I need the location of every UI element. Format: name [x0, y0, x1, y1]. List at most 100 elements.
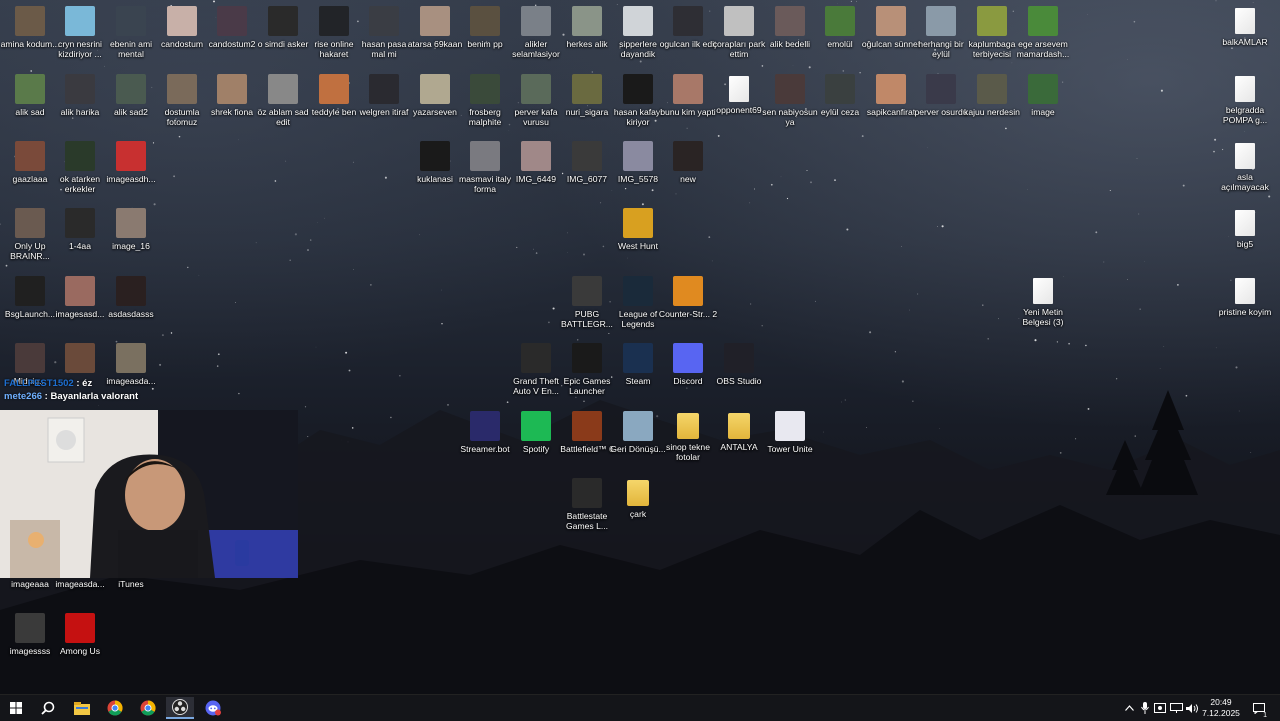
image-thumbnail-icon: [521, 6, 551, 36]
taskbar: 20:49 7.12.2025 1: [0, 694, 1280, 721]
image-thumbnail-icon: [623, 343, 653, 373]
desktop-icon-image-16[interactable]: image_16: [101, 208, 161, 251]
system-clock[interactable]: 20:49 7.12.2025: [1199, 697, 1243, 719]
desktop-icon-ege-arsevem-mamardash[interactable]: ege arsevem mamardash...: [1013, 6, 1073, 59]
image-thumbnail-icon: [775, 74, 805, 104]
notification-icon[interactable]: 1: [1250, 695, 1268, 721]
image-thumbnail-icon: [876, 74, 906, 104]
desktop-icon-asdasdasss[interactable]: asdasdasss: [101, 276, 161, 319]
search-icon[interactable]: [34, 697, 62, 719]
image-thumbnail-icon: [775, 6, 805, 36]
image-thumbnail-icon: [15, 6, 45, 36]
chat-message: FALLPEST1502 : éz: [4, 377, 304, 390]
image-thumbnail-icon: [521, 343, 551, 373]
desktop-icon-label: Yeni Metin Belgesi (3): [1013, 307, 1073, 327]
notification-count: 1: [1263, 712, 1267, 719]
image-thumbnail-icon: [116, 343, 146, 373]
desktop-icon-big5[interactable]: big5: [1215, 208, 1275, 249]
desktop-icon-label: ege arsevem mamardash...: [1013, 39, 1073, 59]
desktop-icon-west-hunt[interactable]: West Hunt: [608, 208, 668, 251]
image-thumbnail-icon: [15, 74, 45, 104]
chrome-icon[interactable]: [134, 697, 162, 719]
microphone-icon[interactable]: [1138, 695, 1152, 721]
image-thumbnail-icon: [673, 141, 703, 171]
desktop-icon-asla-ac-lmayacak[interactable]: asla açılmayacak: [1215, 141, 1275, 192]
image-thumbnail-icon: [825, 74, 855, 104]
image-thumbnail-icon: [724, 343, 754, 373]
obs-icon[interactable]: [166, 697, 194, 719]
desktop-icon-image[interactable]: image: [1013, 74, 1073, 117]
desktop-icon-label: image_16: [101, 241, 161, 251]
desktop-icon-obs-studio[interactable]: OBS Studio: [709, 343, 769, 386]
image-thumbnail-icon: [572, 276, 602, 306]
desktop-icon-label: new: [658, 174, 718, 184]
image-thumbnail-icon: [673, 276, 703, 306]
desktop-icon-new[interactable]: new: [658, 141, 718, 184]
image-thumbnail-icon: [775, 411, 805, 441]
image-thumbnail-icon: [673, 74, 703, 104]
folder-icon: [728, 413, 750, 439]
image-thumbnail-icon: [572, 411, 602, 441]
desktop-icon-belgradda-pompa-g[interactable]: belgradda POMPA g...: [1215, 74, 1275, 125]
desktop-icon-balkamlar[interactable]: balkAMLAR: [1215, 6, 1275, 47]
image-thumbnail-icon: [116, 6, 146, 36]
chevron-up-icon[interactable]: [1122, 695, 1136, 721]
image-thumbnail-icon: [319, 74, 349, 104]
desktop-icon-tower-unite[interactable]: Tower Unite: [760, 411, 820, 454]
image-thumbnail-icon: [623, 276, 653, 306]
image-thumbnail-icon: [369, 6, 399, 36]
desktop-icon-counter-str-2[interactable]: Counter-Str... 2: [658, 276, 718, 319]
image-thumbnail-icon: [1028, 6, 1058, 36]
image-thumbnail-icon: [470, 6, 500, 36]
image-thumbnail-icon: [65, 276, 95, 306]
file-explorer-icon[interactable]: [68, 697, 96, 719]
image-thumbnail-icon: [15, 208, 45, 238]
desktop-icon-label: belgradda POMPA g...: [1215, 105, 1275, 125]
chat-username: mete266: [4, 391, 42, 402]
image-thumbnail-icon: [926, 74, 956, 104]
document-icon: [1235, 210, 1255, 236]
chat-message: mete266 : Bayanlarla valorant: [4, 390, 304, 403]
document-icon: [1235, 76, 1255, 102]
image-thumbnail-icon: [470, 141, 500, 171]
desktop-icon-yeni-metin-belgesi-3[interactable]: Yeni Metin Belgesi (3): [1013, 276, 1073, 327]
desktop-icon-label: asla açılmayacak: [1215, 172, 1275, 192]
screen-capture-icon[interactable]: [1153, 695, 1167, 721]
document-icon: [1235, 8, 1255, 34]
desktop-icon-cark[interactable]: çark: [608, 478, 668, 519]
desktop-icon-label: iTunes: [101, 579, 161, 589]
desktop-icon-label: Counter-Str... 2: [658, 309, 718, 319]
image-thumbnail-icon: [116, 141, 146, 171]
folder-icon: [627, 480, 649, 506]
image-thumbnail-icon: [15, 613, 45, 643]
volume-icon[interactable]: [1185, 695, 1199, 721]
desktop: amina kodum...cryn nesrini kizdiriyor ..…: [0, 0, 1280, 694]
image-thumbnail-icon: [319, 6, 349, 36]
webcam-overlay: [0, 410, 298, 578]
chat-username: FALLPEST1502: [4, 378, 74, 389]
image-thumbnail-icon: [876, 6, 906, 36]
image-thumbnail-icon: [65, 613, 95, 643]
desktop-icon-among-us[interactable]: Among Us: [50, 613, 110, 656]
desktop-icon-label: asdasdasss: [101, 309, 161, 319]
desktop-icon-pristine-koyim[interactable]: pristine koyim: [1215, 276, 1275, 317]
image-thumbnail-icon: [420, 141, 450, 171]
windows-start-icon[interactable]: [2, 697, 30, 719]
network-icon[interactable]: [1169, 695, 1183, 721]
image-thumbnail-icon: [15, 343, 45, 373]
discord-ptb-icon[interactable]: [199, 697, 227, 719]
image-thumbnail-icon: [977, 6, 1007, 36]
desktop-icon-imageasdh[interactable]: imageasdh...: [101, 141, 161, 184]
image-thumbnail-icon: [572, 478, 602, 508]
image-thumbnail-icon: [470, 411, 500, 441]
image-thumbnail-icon: [521, 141, 551, 171]
image-thumbnail-icon: [623, 411, 653, 441]
desktop-icon-label: balkAMLAR: [1215, 37, 1275, 47]
document-icon: [1235, 143, 1255, 169]
image-thumbnail-icon: [116, 208, 146, 238]
chat-text: éz: [82, 378, 92, 389]
chrome-icon[interactable]: [101, 697, 129, 719]
clock-time: 20:49: [1199, 697, 1243, 708]
image-thumbnail-icon: [673, 343, 703, 373]
image-thumbnail-icon: [825, 6, 855, 36]
